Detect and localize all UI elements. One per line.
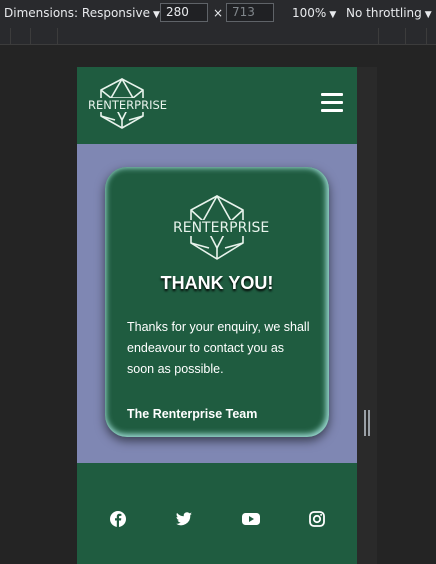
viewport-resize-handle[interactable] xyxy=(364,410,370,436)
thank-you-message: Thanks for your enquiry, we shall endeav… xyxy=(127,320,310,376)
youtube-icon[interactable] xyxy=(241,510,260,528)
signature: The Renterprise Team xyxy=(127,407,258,421)
dimensions-label: Dimensions: Responsive xyxy=(4,6,150,20)
media-query-ruler[interactable] xyxy=(0,28,436,45)
site-logo[interactable]: RENTERPRISE xyxy=(85,76,169,132)
logo-text: RENTERPRISE xyxy=(87,98,169,112)
hamburger-menu-icon xyxy=(321,93,343,96)
site-header: RENTERPRISE xyxy=(77,67,357,144)
facebook-icon[interactable] xyxy=(109,510,127,528)
dimension-separator: × xyxy=(213,6,224,20)
site-footer xyxy=(77,463,357,564)
hamburger-menu-button[interactable] xyxy=(321,93,343,113)
logo-text: RENTERPRISE xyxy=(172,220,271,236)
twitter-icon[interactable] xyxy=(175,510,193,528)
card-logo: RENTERPRISE xyxy=(171,193,271,263)
chevron-down-icon: ▼ xyxy=(424,10,432,20)
devtools-device-toolbar: Dimensions: Responsive ▼ 280 × 713 100% ▼ … xyxy=(0,0,436,29)
thank-you-heading: THANK YOU! xyxy=(160,273,274,293)
height-input[interactable]: 713 xyxy=(226,3,274,22)
viewport-scroll-area xyxy=(357,67,377,564)
width-input[interactable]: 280 xyxy=(160,3,208,22)
chevron-down-icon: ▼ xyxy=(152,10,160,20)
throttling-dropdown[interactable]: No throttling ▼ xyxy=(346,6,432,20)
zoom-label: 100% xyxy=(292,6,327,20)
thank-you-card: RENTERPRISE THANK YOU! Thanks for your e… xyxy=(105,167,329,437)
dimensions-dropdown[interactable]: Dimensions: Responsive ▼ xyxy=(4,6,160,20)
chevron-down-icon: ▼ xyxy=(329,10,337,20)
page-viewport: RENTERPRISE RENTERPRISE THANK YOU! Thank… xyxy=(77,67,357,564)
instagram-icon[interactable] xyxy=(308,510,326,528)
zoom-dropdown[interactable]: 100% ▼ xyxy=(292,6,336,20)
throttling-label: No throttling xyxy=(346,6,422,20)
